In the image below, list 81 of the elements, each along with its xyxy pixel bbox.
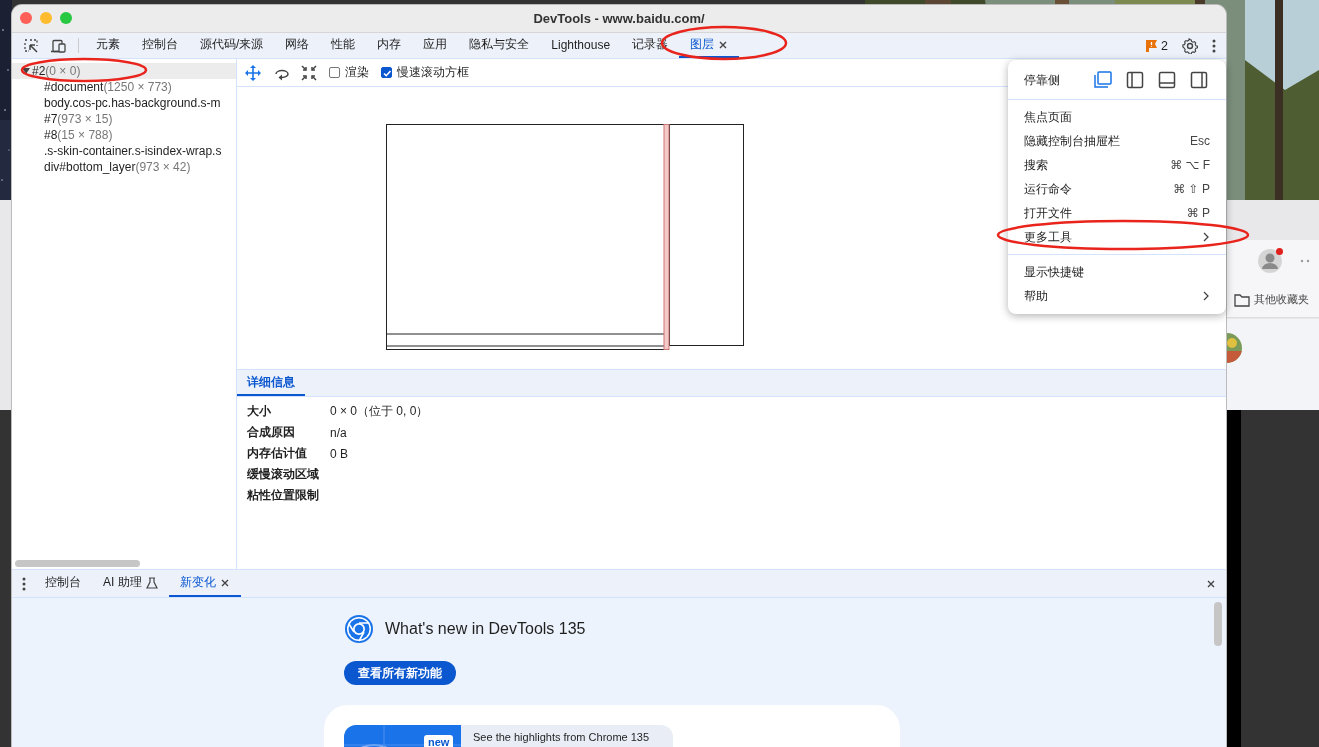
folder-icon — [1234, 292, 1250, 307]
chevron-icon — [1202, 232, 1210, 242]
panel-tab[interactable]: 元素 — [85, 33, 131, 58]
expand-arrow-icon[interactable] — [22, 67, 30, 75]
flask-icon — [145, 576, 158, 589]
layer-name[interactable]: body.cos-pc.has-background.s-m — [44, 96, 221, 110]
details-tab[interactable]: 详细信息 — [237, 370, 305, 396]
highlight-card[interactable]: new See the highlights from Chrome 135 — [344, 725, 673, 747]
layer-diagram-drawing[interactable] — [386, 124, 746, 352]
dock-bottom-button[interactable] — [1156, 69, 1178, 91]
close-icon[interactable] — [219, 577, 230, 588]
issue-icon — [1145, 39, 1159, 52]
menu-item[interactable]: 搜索 ⌘ ⌥ F — [1008, 153, 1226, 177]
menu-label: 停靠侧 — [1024, 71, 1061, 89]
shortcut-text: Esc — [1190, 134, 1210, 148]
dock-left-button[interactable] — [1124, 69, 1146, 91]
property-label: 大小 — [247, 403, 272, 420]
property-label: 粘性位置限制 — [247, 487, 320, 504]
scrollbar-thumb[interactable] — [15, 559, 140, 567]
property-label: 内存估计值 — [247, 445, 308, 462]
issues-counter[interactable]: 2 — [1145, 38, 1168, 53]
menu-item[interactable]: 显示快捷键 — [1008, 260, 1226, 284]
dock-undock-button[interactable] — [1092, 69, 1114, 91]
move-icon[interactable] — [245, 64, 261, 81]
see-all-button[interactable]: 查看所有新功能 — [344, 661, 456, 685]
panel-tab[interactable]: 隐私与安全 — [458, 33, 541, 58]
panel-tab[interactable]: 源代码/来源 — [189, 33, 275, 58]
whats-new-title: What's new in DevTools 135 — [385, 620, 586, 638]
menu-icon[interactable] — [1212, 38, 1216, 53]
layer-name[interactable]: div#bottom_layer(973 × 42) — [44, 160, 191, 174]
menu-item[interactable]: 更多工具 — [1008, 225, 1226, 249]
panel-tab[interactable]: Lighthouse — [540, 33, 622, 58]
inspect-icon[interactable] — [24, 38, 38, 53]
close-icon[interactable] — [718, 39, 729, 50]
close-icon[interactable] — [1206, 578, 1216, 589]
property-value: 0 B — [330, 446, 348, 461]
menu-icon[interactable] — [22, 576, 26, 591]
menu-item[interactable]: 运行命令 ⌘ ⇧ P — [1008, 177, 1226, 201]
shortcut-text: ⌘ P — [1186, 206, 1210, 220]
scrollbar-thumb[interactable] — [1214, 602, 1222, 646]
layer-name: #2(0 × 0) — [32, 64, 81, 78]
property-value: n/a — [330, 425, 347, 440]
layer-name[interactable]: #7(973 × 15) — [44, 112, 113, 126]
drawer-tab[interactable]: 新变化 — [168, 570, 241, 597]
property-label: 缓慢滚动区域 — [247, 466, 320, 483]
panel-tab[interactable]: 内存 — [366, 33, 413, 58]
drawer-tab[interactable]: AI 助理 — [92, 570, 169, 597]
device-icon[interactable] — [50, 38, 66, 53]
chrome-icon — [344, 614, 374, 644]
checkbox[interactable] — [329, 67, 340, 78]
menu-item[interactable]: 隐藏控制台抽屉栏 Esc — [1008, 129, 1226, 153]
menu-item[interactable]: 帮助 — [1008, 284, 1226, 308]
close-button[interactable] — [20, 12, 32, 24]
layer-name[interactable]: #document(1250 × 773) — [44, 80, 172, 94]
profile-avatar[interactable] — [1258, 249, 1282, 273]
shortcut-text: ⌘ ⌥ F — [1170, 158, 1210, 172]
layer-name[interactable]: #8(15 × 788) — [44, 128, 113, 142]
panel-tab[interactable]: 图层 — [679, 33, 740, 58]
shortcut-text: ⌘ ⇧ P — [1173, 182, 1210, 196]
dock-right-button[interactable] — [1188, 69, 1210, 91]
more-icon[interactable] — [1300, 259, 1310, 263]
panel-tab[interactable]: 网络 — [274, 33, 321, 58]
menu-item[interactable]: 焦点页面 — [1008, 105, 1226, 129]
chevron-icon — [1202, 291, 1210, 301]
checkbox[interactable] — [381, 67, 392, 78]
window-title: DevTools - www.baidu.com/ — [533, 11, 705, 26]
new-badge: new — [424, 735, 454, 747]
panel-tab[interactable]: 性能 — [320, 33, 367, 58]
checkbox-label[interactable]: 慢速滚动方框 — [397, 64, 469, 81]
panel-tab[interactable]: 控制台 — [131, 33, 189, 58]
layer-name[interactable]: .s-skin-container.s-isindex-wrap.s — [44, 144, 222, 158]
checkbox-label[interactable]: 渲染 — [345, 64, 369, 81]
settings-icon[interactable] — [1182, 37, 1198, 54]
menu-item[interactable]: 打开文件 ⌘ P — [1008, 201, 1226, 225]
highlight-text: See the highlights from Chrome 135 — [472, 730, 650, 745]
fit-icon[interactable] — [301, 64, 317, 81]
selected-row[interactable]: #2(0 × 0) — [12, 63, 236, 79]
drawer-tab[interactable]: 控制台 — [34, 570, 92, 597]
property-label: 合成原因 — [247, 424, 296, 441]
panel-tab[interactable]: 应用 — [412, 33, 459, 58]
property-value: 0 × 0（位于 0, 0） — [330, 403, 429, 420]
